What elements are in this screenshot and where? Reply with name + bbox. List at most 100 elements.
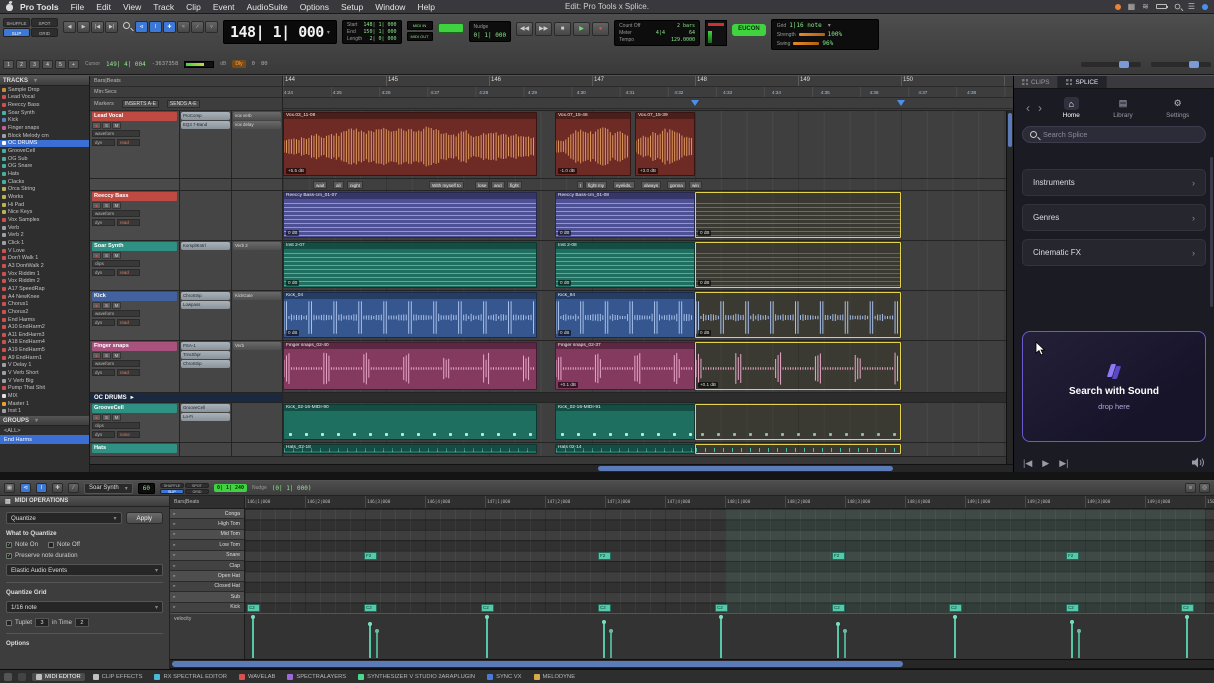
velocity-stem[interactable] bbox=[376, 632, 378, 658]
wave-menu-icon[interactable]: ≋ bbox=[1142, 2, 1149, 11]
audio-clip[interactable]: Inst 2-080 dB bbox=[555, 242, 695, 288]
sidebar-track-v-verb-big[interactable]: V Verb Big bbox=[0, 377, 89, 385]
grid-value[interactable]: 1|16 note bbox=[789, 22, 822, 29]
spotlight-search-icon[interactable] bbox=[1175, 4, 1181, 10]
memory-location-add[interactable]: + bbox=[68, 60, 79, 69]
velocity-stem[interactable] bbox=[252, 618, 254, 658]
menu-item-help[interactable]: Help bbox=[411, 2, 440, 12]
audio-zoom-slider[interactable] bbox=[1081, 62, 1141, 67]
trim-tool[interactable]: ⊲ bbox=[135, 21, 148, 33]
drum-lane-clap[interactable]: ▸Clap bbox=[170, 561, 244, 571]
solo-button[interactable]: S bbox=[102, 302, 111, 309]
lyric-word[interactable]: I bbox=[577, 181, 584, 189]
checkbox-note-off[interactable]: Note Off bbox=[48, 541, 80, 548]
audio-clip[interactable]: Reeccy Bass-cm_01-070 dB bbox=[283, 192, 537, 238]
sidebar-track-a3-dontwalk-2[interactable]: A3 DontWalk 2 bbox=[0, 262, 89, 270]
sidebar-track-vox-riddim-2[interactable]: Vox Riddim 2 bbox=[0, 277, 89, 285]
track-view-selector[interactable]: waveform bbox=[92, 310, 140, 317]
groups-menu-icon[interactable]: ▾ bbox=[35, 417, 38, 424]
memory-location-2[interactable]: 2 bbox=[16, 60, 27, 69]
menu-item-clip[interactable]: Clip bbox=[180, 2, 207, 12]
drum-audition-icon[interactable]: ▸ bbox=[170, 542, 179, 548]
audio-clip[interactable]: Vox.07_15-46-1.0 dB bbox=[555, 112, 631, 176]
track-name[interactable]: Hats bbox=[92, 444, 177, 453]
selection-boundary-marker[interactable] bbox=[691, 100, 699, 106]
group-item-end-harms[interactable]: End Harms bbox=[0, 435, 89, 444]
smart-tool[interactable]: ▿ bbox=[205, 21, 218, 33]
midi-mode-shuffle[interactable]: SHUFFLE bbox=[160, 483, 184, 488]
selector-tool-icon[interactable]: I bbox=[36, 483, 47, 493]
midi-note-c2[interactable]: C2 bbox=[364, 604, 377, 612]
midi-default-velocity[interactable]: 60 bbox=[138, 483, 155, 494]
selector-tool[interactable]: I bbox=[149, 21, 162, 33]
clip-lane-lead-vocal[interactable]: Vox.03_11-08+5.5 dBVox.07_15-46-1.0 dBVo… bbox=[283, 111, 1013, 178]
forward-button[interactable]: › bbox=[1034, 102, 1046, 114]
zoom-tool[interactable] bbox=[123, 22, 130, 29]
lyric-word[interactable]: and bbox=[491, 181, 505, 189]
scroll-prev-button[interactable]: |◀ bbox=[91, 21, 104, 33]
window-tab-melodyne[interactable]: MELODYNE bbox=[530, 673, 580, 681]
dyn-selector[interactable]: dyn bbox=[92, 219, 115, 226]
solo-button[interactable]: S bbox=[102, 414, 111, 421]
mute-button[interactable]: M bbox=[112, 202, 121, 209]
sidebar-track-verb[interactable]: Verb bbox=[0, 224, 89, 232]
dock-icon-1[interactable] bbox=[4, 673, 12, 681]
edit-vertical-scrollbar[interactable] bbox=[1006, 111, 1013, 464]
ruler-label-bars-beats[interactable]: Bars|Beats bbox=[94, 78, 121, 84]
splice-search-box[interactable] bbox=[1022, 126, 1206, 143]
audio-clip[interactable]: Kick_040 dB bbox=[283, 292, 537, 338]
drum-audition-icon[interactable]: ▸ bbox=[170, 511, 179, 517]
scroll-next-button[interactable]: ▶| bbox=[105, 21, 118, 33]
sidebar-track-og-snare[interactable]: OG Snare bbox=[0, 163, 89, 171]
sidebar-track-block-melody-cm[interactable]: Block Melody cm bbox=[0, 132, 89, 140]
sidebar-track-groovecell[interactable]: GrooveCell bbox=[0, 147, 89, 155]
sidebar-track-vox-samples[interactable]: Vox Samples bbox=[0, 216, 89, 224]
sidebar-track-verb-2[interactable]: Verb 2 bbox=[0, 231, 89, 239]
menu-item-file[interactable]: File bbox=[65, 2, 91, 12]
bars-ruler[interactable]: 144145146147148149150 bbox=[283, 76, 1013, 87]
track-view-selector[interactable]: clips bbox=[92, 422, 140, 429]
insert-trnsshpr[interactable]: TrnsShpr bbox=[181, 351, 230, 359]
clip-lane-hats[interactable]: Hats_02-18Hats 02-14 bbox=[283, 443, 1013, 456]
play-button[interactable]: ▶ bbox=[573, 22, 590, 36]
sidebar-track-hi-pad[interactable]: Hi Pad bbox=[0, 201, 89, 209]
track-name[interactable]: Soar Synth bbox=[92, 242, 177, 251]
velocity-stem[interactable] bbox=[1078, 632, 1080, 658]
midi-mode-spot[interactable]: SPOT bbox=[185, 483, 209, 488]
sidebar-track-v-verb-short[interactable]: V Verb Short bbox=[0, 369, 89, 377]
velocity-stem[interactable] bbox=[954, 618, 956, 658]
pencil-tool-icon[interactable]: ∕ bbox=[68, 483, 79, 493]
drum-audition-icon[interactable]: ▸ bbox=[170, 583, 179, 589]
audio-clip[interactable]: Inst 2-070 dB bbox=[283, 242, 537, 288]
lyric-word[interactable]: fight bbox=[507, 181, 522, 189]
lyric-word[interactable]: gonna bbox=[667, 181, 686, 189]
group-expand-icon[interactable]: ▸ bbox=[131, 394, 134, 401]
automation-mode-selector[interactable]: read bbox=[117, 139, 140, 146]
velocity-stem[interactable] bbox=[720, 618, 722, 658]
swing-slider[interactable] bbox=[793, 42, 819, 45]
solo-button[interactable]: S bbox=[102, 352, 111, 359]
lyrics-lane[interactable]: waitallnightWith myself toloseandfightIf… bbox=[283, 179, 1013, 190]
lyric-word[interactable]: always bbox=[641, 181, 661, 189]
record-status-icon[interactable] bbox=[1115, 4, 1121, 10]
group-item-all[interactable]: <ALL> bbox=[0, 426, 89, 435]
drum-audition-icon[interactable]: ▸ bbox=[170, 563, 179, 569]
checkbox-box[interactable] bbox=[48, 542, 54, 548]
sidebar-track-oc-drums[interactable]: OC DRUMS bbox=[0, 140, 89, 148]
audio-clip[interactable]: Kick_02-16-MIDI-90 bbox=[283, 404, 537, 440]
drum-audition-icon[interactable]: ▸ bbox=[170, 594, 179, 600]
grabber-tool[interactable]: ✚ bbox=[163, 21, 176, 33]
drum-lane-sub[interactable]: ▸Sub bbox=[170, 592, 244, 602]
lyric-word[interactable]: fight my bbox=[585, 181, 607, 189]
strength-slider[interactable] bbox=[799, 33, 825, 36]
dock-icon-2[interactable] bbox=[18, 673, 26, 681]
track-view-selector[interactable]: clips bbox=[92, 260, 140, 267]
midi-note-c2[interactable]: C2 bbox=[1181, 604, 1194, 612]
dyn-selector[interactable]: dyn bbox=[92, 431, 115, 438]
track-view-selector[interactable]: waveform bbox=[92, 130, 140, 137]
menu-item-edit[interactable]: Edit bbox=[90, 2, 117, 12]
lyric-word[interactable]: win bbox=[689, 181, 702, 189]
audio-clip[interactable]: Hats 02-14 bbox=[555, 444, 695, 454]
audio-clip[interactable]: Vox.07_15-39+3.0 dB bbox=[635, 112, 695, 176]
ruler-label-markers[interactable]: Markers bbox=[94, 101, 114, 107]
